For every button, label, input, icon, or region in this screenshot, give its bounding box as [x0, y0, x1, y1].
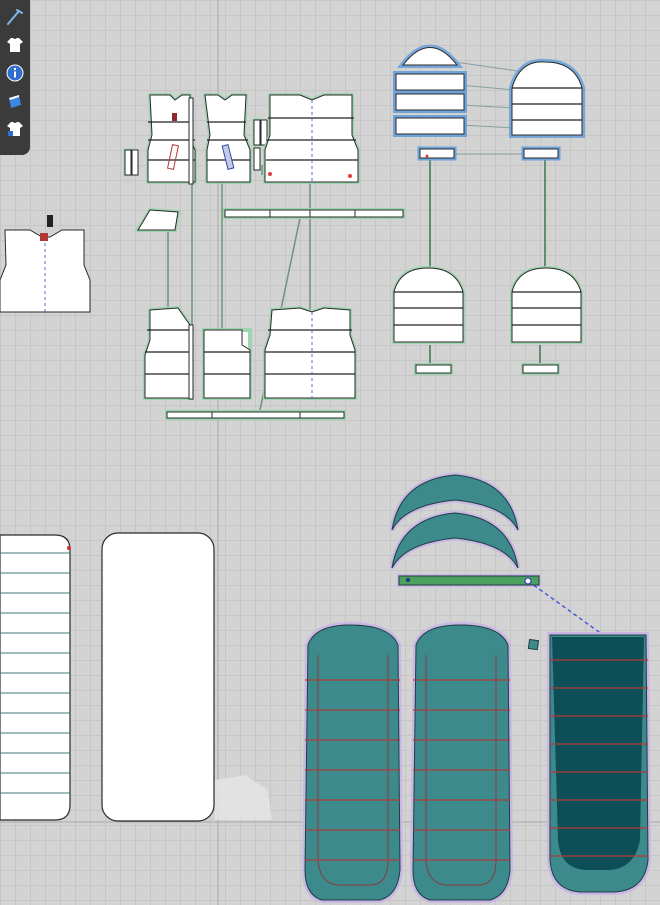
- band-piece-selected[interactable]: [397, 574, 541, 587]
- garment-icon: [7, 38, 23, 52]
- dome-piece-right-lower[interactable]: [510, 265, 583, 375]
- small-square-piece[interactable]: [527, 638, 540, 651]
- pattern-piece-waistband-upper[interactable]: [223, 208, 405, 219]
- pattern-piece-right-front[interactable]: [203, 93, 252, 184]
- pin-marker[interactable]: [40, 233, 48, 241]
- pattern-piece-lower-middle[interactable]: [202, 328, 252, 400]
- info-icon: [6, 64, 24, 82]
- leg-piece-middle[interactable]: [409, 621, 514, 903]
- sew-point-start[interactable]: [524, 577, 532, 585]
- leg-piece-left[interactable]: [301, 621, 404, 903]
- garment-tool-button[interactable]: [2, 31, 28, 59]
- pattern-piece-back[interactable]: [263, 93, 360, 184]
- pen-tool-button[interactable]: [2, 3, 28, 31]
- fabric-icon: [9, 95, 21, 108]
- dome-piece-left-selected[interactable]: [393, 44, 467, 161]
- pattern-piece-left-front[interactable]: [146, 93, 197, 184]
- pattern-piece-front-standalone[interactable]: [0, 215, 91, 313]
- pattern-piece-lower-left[interactable]: [143, 305, 194, 400]
- pattern-canvas[interactable]: [0, 0, 660, 905]
- dome-piece-right-selected[interactable]: [509, 58, 585, 161]
- pattern-piece-waistband-lower[interactable]: [165, 410, 346, 420]
- anchor-marker[interactable]: [47, 215, 53, 227]
- tool-palette: [0, 0, 30, 155]
- teal-pattern-group[interactable]: [301, 472, 652, 903]
- avatar-garment-tool-button[interactable]: [2, 115, 28, 143]
- panel-piece-plain[interactable]: [101, 532, 215, 822]
- avatar-shadow: [215, 775, 272, 820]
- panel-piece-left-lined[interactable]: [0, 534, 71, 821]
- dome-piece-left-lower[interactable]: [392, 265, 465, 375]
- pattern-piece-collar[interactable]: [134, 207, 181, 232]
- vest-pattern-group-lower[interactable]: [143, 305, 357, 420]
- info-tool-button[interactable]: [2, 59, 28, 87]
- pattern-piece-lower-back[interactable]: [263, 305, 357, 400]
- leg-piece-right-dark[interactable]: [547, 632, 652, 895]
- dome-pattern-group[interactable]: [392, 44, 585, 375]
- brim-piece-lower[interactable]: [389, 510, 521, 570]
- pen-tool-icon: [7, 9, 23, 25]
- avatar-garment-icon: [7, 122, 23, 136]
- fabric-tool-button[interactable]: [2, 87, 28, 115]
